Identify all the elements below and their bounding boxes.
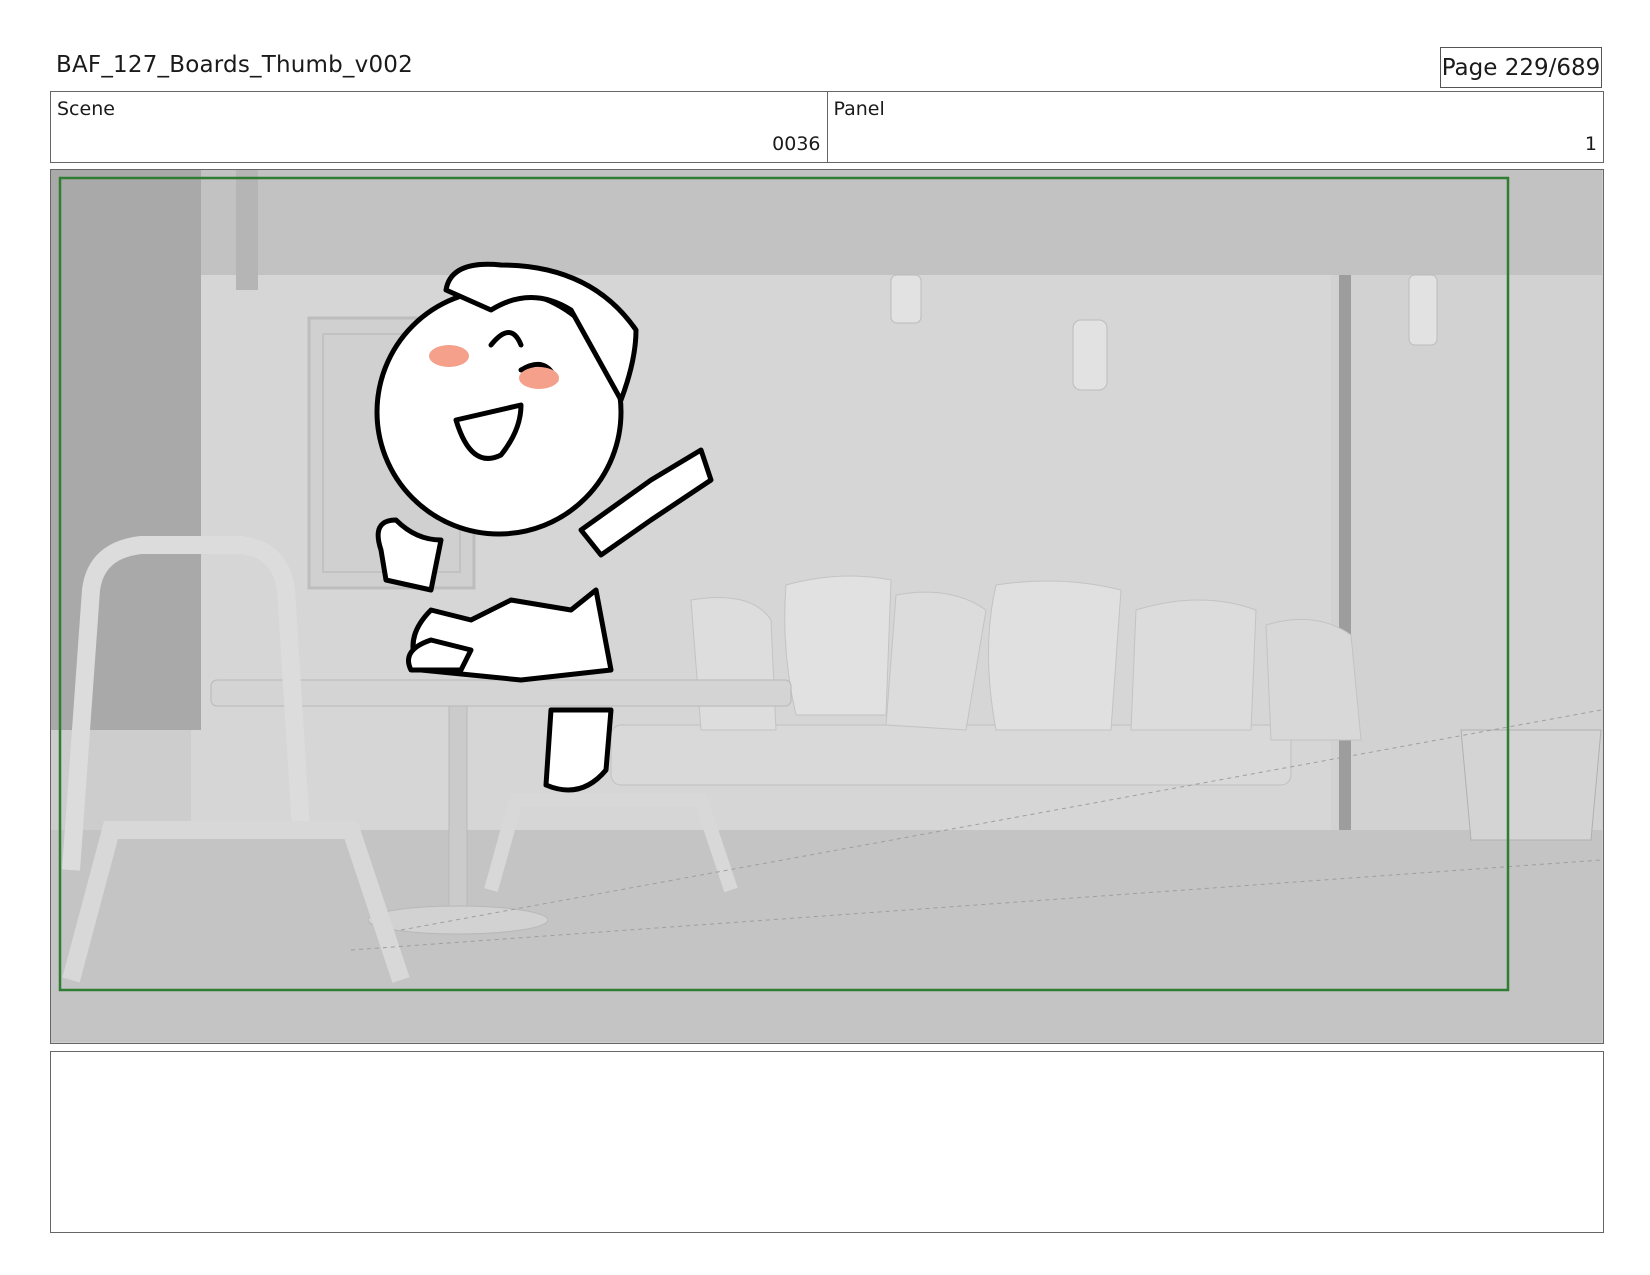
scene-label: Scene <box>57 98 115 120</box>
document-title: BAF_127_Boards_Thumb_v002 <box>56 52 413 78</box>
sofa-cushion <box>1130 599 1257 731</box>
page-number: Page 229/689 <box>1440 47 1602 88</box>
pendant-lamp <box>1408 274 1438 346</box>
laundry-basket <box>1460 729 1602 841</box>
scene-cell: Scene 0036 <box>51 92 827 162</box>
sofa-base <box>610 724 1292 786</box>
ceiling-beam <box>51 170 1602 275</box>
character-blush <box>429 345 469 367</box>
sofa-cushion <box>988 580 1122 731</box>
scene-number: 0036 <box>772 133 821 155</box>
pendant-lamp <box>1072 319 1108 391</box>
panel-number: 1 <box>1584 133 1597 155</box>
table-leg <box>448 705 468 917</box>
panel-header-table: Scene 0036 Panel 1 <box>50 91 1604 163</box>
panel-notes-box <box>50 1051 1604 1233</box>
sofa-cushion <box>784 575 892 716</box>
panel-label: Panel <box>833 98 885 120</box>
storyboard-drawing <box>51 170 1602 1042</box>
dark-column <box>51 170 201 730</box>
pillar <box>236 170 258 290</box>
storyboard-frame <box>50 169 1604 1044</box>
floor <box>51 830 1602 1042</box>
pendant-lamp <box>890 274 922 324</box>
panel-cell: Panel 1 <box>826 92 1604 162</box>
sofa-cushion <box>690 597 777 731</box>
character-blush <box>519 367 559 389</box>
sofa-cushion <box>1265 618 1362 741</box>
character-leg <box>543 707 614 793</box>
